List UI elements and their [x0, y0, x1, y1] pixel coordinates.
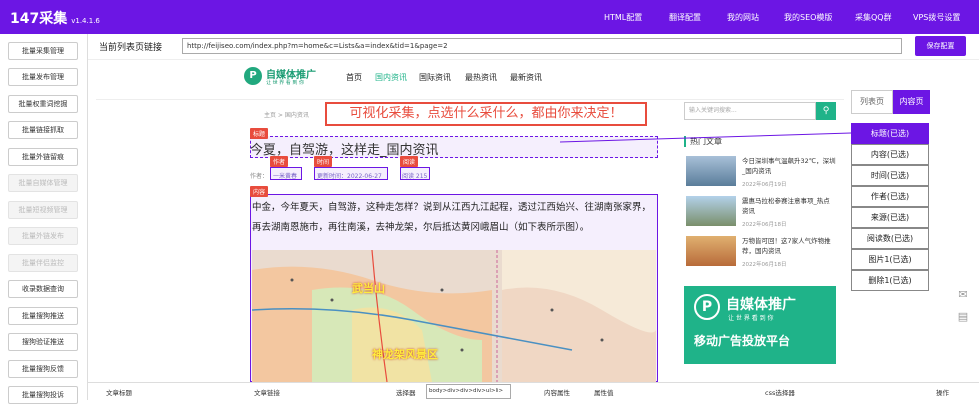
field-title[interactable]: 标题(已选) [851, 123, 929, 144]
col-selector: 选择器 [396, 389, 416, 397]
tab-content-page[interactable]: 内容页 [893, 90, 930, 114]
col-article-title: 文章标题 [106, 389, 132, 397]
field-time[interactable]: 时间(已选) [851, 165, 929, 186]
rules-table-header: 文章标题 文章链接 选择器 body>div>div>div>ul>li> 内容… [88, 382, 979, 400]
tab-list-page[interactable]: 列表页 [851, 90, 893, 114]
col-attr-value: 属性值 [594, 389, 614, 397]
col-actions: 操作 [936, 389, 949, 397]
chat-icon[interactable]: ✉ [954, 288, 972, 306]
field-content[interactable]: 内容(已选) [851, 144, 929, 165]
field-views[interactable]: 阅读数(已选) [851, 228, 929, 249]
col-article-link: 文章链接 [254, 389, 280, 397]
field-delete[interactable]: 删除1(已选) [851, 270, 929, 291]
connector-line [559, 132, 852, 143]
col-css-selector: css选择器 [765, 389, 795, 397]
selector-input[interactable]: body>div>div>div>ul>li> [426, 384, 511, 399]
field-author[interactable]: 作者(已选) [851, 186, 929, 207]
field-image[interactable]: 图片1(已选) [851, 249, 929, 270]
comment-icon[interactable]: ▤ [954, 310, 972, 328]
col-content-attr: 内容属性 [544, 389, 570, 397]
field-source[interactable]: 来源(已选) [851, 207, 929, 228]
